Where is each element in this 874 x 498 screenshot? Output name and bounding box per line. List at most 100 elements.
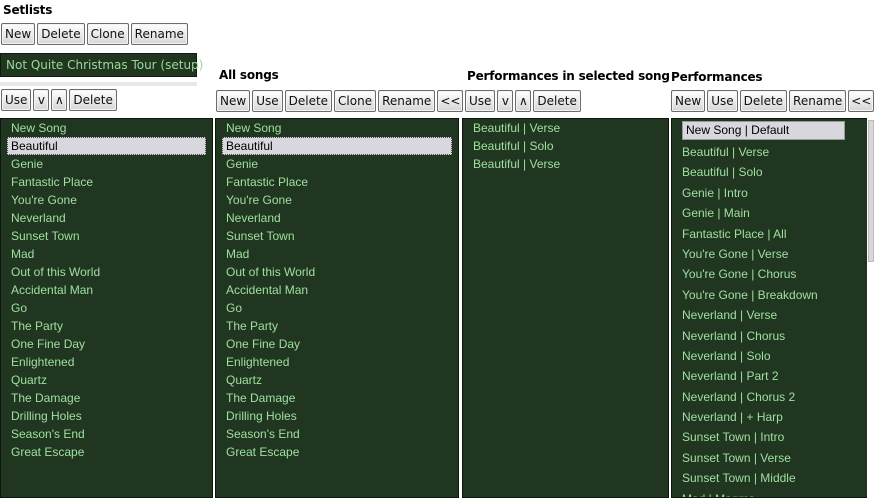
song-clone-button[interactable]: Clone	[334, 90, 377, 112]
list-item[interactable]: Fantastic Place	[216, 173, 458, 191]
list-item[interactable]: Fantastic Place	[1, 173, 212, 191]
setlist-selector[interactable]: Not Quite Christmas Tour (setup)	[0, 53, 203, 77]
song-delete-button[interactable]: Delete	[284, 90, 333, 112]
setlists-title: Setlists	[3, 3, 53, 17]
list-item[interactable]: Neverland | Solo	[672, 346, 867, 366]
performances-title: Performances	[671, 70, 763, 84]
list-item[interactable]: Season's End	[1, 425, 212, 443]
setlist-songs-list[interactable]: New Song Beautiful Genie Fantastic Place You…	[0, 118, 213, 498]
setlist-delete-button[interactable]: Delete	[37, 23, 85, 45]
list-item[interactable]: Sunset Town	[1, 227, 212, 245]
performance-delete-button[interactable]: Delete	[739, 90, 788, 112]
list-item[interactable]: Beautiful	[222, 137, 452, 155]
list-item[interactable]: The Damage	[1, 389, 212, 407]
list-item[interactable]: Great Escape	[216, 443, 458, 461]
list-item[interactable]: Quartz	[216, 371, 458, 389]
song-performances-toolbar: Use v ∧ Delete	[465, 90, 581, 112]
song-new-button[interactable]: New	[216, 90, 251, 112]
performances-scrollbar[interactable]	[867, 118, 874, 498]
list-item[interactable]: Sunset Town | Intro	[672, 427, 867, 447]
list-item[interactable]: Genie | Intro	[672, 183, 867, 203]
list-item[interactable]: You're Gone | Breakdown	[672, 285, 867, 305]
setlist-song-use-button[interactable]: Use	[1, 89, 32, 111]
performance-new-button[interactable]: New	[671, 90, 706, 112]
setlist-divider	[0, 82, 197, 86]
list-item[interactable]: Neverland | + Harp	[672, 407, 867, 427]
list-item[interactable]: Neverland | Chorus	[672, 326, 867, 346]
list-item[interactable]: New Song | Default	[682, 121, 845, 140]
list-item[interactable]: Out of this World	[216, 263, 458, 281]
song-performance-move-up-button[interactable]: ∧	[515, 90, 532, 112]
list-item[interactable]: Go	[216, 299, 458, 317]
song-performance-delete-button[interactable]: Delete	[533, 90, 581, 112]
setlist-song-move-up-button[interactable]: ∧	[51, 89, 68, 111]
setlist-songs-toolbar: Use v ∧ Delete	[1, 89, 117, 111]
list-item[interactable]: Neverland | Chorus 2	[672, 387, 867, 407]
performances-scrollbar-thumb[interactable]	[868, 120, 874, 262]
list-item[interactable]: You're Gone | Verse	[672, 244, 867, 264]
list-item[interactable]: Beautiful	[7, 137, 206, 155]
list-item[interactable]: The Party	[1, 317, 212, 335]
list-item[interactable]: Beautiful | Solo	[672, 162, 867, 182]
performance-use-button[interactable]: Use	[707, 90, 738, 112]
list-item[interactable]: Drilling Holes	[1, 407, 212, 425]
all-songs-title: All songs	[219, 68, 279, 82]
song-performances-list[interactable]: Beautiful | Verse Beautiful | Solo Beautif…	[462, 118, 669, 498]
list-item[interactable]: Genie | Main	[672, 203, 867, 223]
list-item[interactable]: One Fine Day	[1, 335, 212, 353]
list-item[interactable]: Out of this World	[1, 263, 212, 281]
list-item[interactable]: The Party	[216, 317, 458, 335]
list-item[interactable]: Sunset Town | Verse	[672, 448, 867, 468]
list-item[interactable]: Accidental Man	[1, 281, 212, 299]
all-songs-list[interactable]: New Song Beautiful Genie Fantastic Place You…	[215, 118, 459, 498]
list-item[interactable]: You're Gone | Chorus	[672, 264, 867, 284]
list-item[interactable]: Sunset Town	[216, 227, 458, 245]
setlists-toolbar: New Delete Clone Rename	[1, 23, 188, 45]
list-item[interactable]: Mad	[216, 245, 458, 263]
performance-rename-button[interactable]: Rename	[789, 90, 847, 112]
list-item[interactable]: The Damage	[216, 389, 458, 407]
all-songs-toolbar: New Use Delete Clone Rename <<	[216, 90, 464, 112]
list-item[interactable]: Beautiful | Verse	[463, 119, 668, 137]
list-item[interactable]: One Fine Day	[216, 335, 458, 353]
list-item[interactable]: You're Gone	[1, 191, 212, 209]
setlist-song-move-down-button[interactable]: v	[33, 89, 50, 111]
song-performance-use-button[interactable]: Use	[465, 90, 496, 112]
list-item[interactable]: New Song	[1, 119, 212, 137]
list-item[interactable]: Great Escape	[1, 443, 212, 461]
performances-list[interactable]: New Song | Default Beautiful | Verse Beaut…	[671, 118, 868, 498]
performance-back-button[interactable]: <<	[848, 90, 874, 112]
list-item[interactable]: Sunset Town | Middle	[672, 468, 867, 488]
list-item[interactable]: Accidental Man	[216, 281, 458, 299]
list-item[interactable]: Go	[1, 299, 212, 317]
list-item[interactable]: Beautiful | Verse	[672, 142, 867, 162]
list-item[interactable]: Neverland | Part 2	[672, 366, 867, 386]
list-item[interactable]: Season's End	[216, 425, 458, 443]
list-item[interactable]: Beautiful | Verse	[463, 155, 668, 173]
list-item[interactable]: Mad | Magma	[672, 489, 867, 497]
list-item[interactable]: Quartz	[1, 371, 212, 389]
list-item[interactable]: Enlightened	[1, 353, 212, 371]
song-use-button[interactable]: Use	[252, 90, 283, 112]
setlist-clone-button[interactable]: Clone	[86, 23, 129, 45]
list-item[interactable]: You're Gone	[216, 191, 458, 209]
list-item[interactable]: Neverland | Verse	[672, 305, 867, 325]
list-item[interactable]: Neverland	[1, 209, 212, 227]
list-item[interactable]: Beautiful | Solo	[463, 137, 668, 155]
list-item[interactable]: Fantastic Place | All	[672, 224, 867, 244]
song-rename-button[interactable]: Rename	[378, 90, 436, 112]
list-item[interactable]: Neverland	[216, 209, 458, 227]
list-item[interactable]: Enlightened	[216, 353, 458, 371]
list-item[interactable]: Mad	[1, 245, 212, 263]
song-back-button[interactable]: <<	[437, 90, 464, 112]
list-item[interactable]: Genie	[1, 155, 212, 173]
list-item[interactable]: Genie	[216, 155, 458, 173]
song-performance-move-down-button[interactable]: v	[497, 90, 514, 112]
song-performances-title: Performances in selected song	[467, 69, 670, 83]
list-item[interactable]: Drilling Holes	[216, 407, 458, 425]
setlist-new-button[interactable]: New	[1, 23, 36, 45]
setlist-song-delete-button[interactable]: Delete	[69, 89, 117, 111]
performances-toolbar: New Use Delete Rename <<	[671, 90, 874, 112]
list-item[interactable]: New Song	[216, 119, 458, 137]
setlist-rename-button[interactable]: Rename	[130, 23, 188, 45]
